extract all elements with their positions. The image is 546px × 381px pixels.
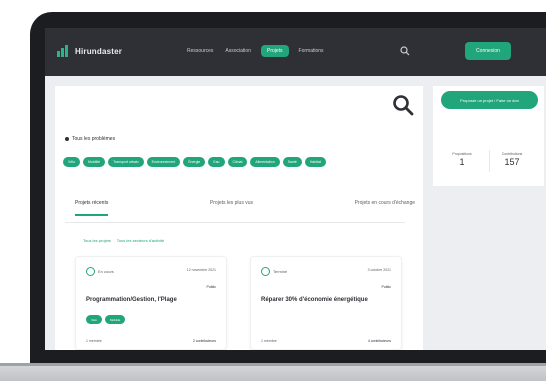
search-icon[interactable] — [400, 46, 410, 56]
filter-links: Tous les projets Tous les secteurs d'act… — [83, 238, 164, 243]
laptop-scene: Hirundaster Ressources Association Proje… — [0, 0, 546, 381]
card-members: 1 membre — [86, 339, 102, 343]
category-chip[interactable]: Santé — [282, 157, 302, 167]
card-status: Terminé — [261, 267, 287, 276]
category-chip[interactable]: Mobilité — [83, 157, 106, 167]
nav-item-ressources[interactable]: Ressources — [185, 45, 215, 57]
stat-value: 1 — [459, 157, 465, 167]
status-text: Terminé — [273, 269, 288, 274]
category-chip[interactable]: Vélo — [63, 157, 81, 167]
theme-filter-label[interactable]: Tous les problèmes — [65, 136, 115, 142]
top-navigation: Hirundaster Ressources Association Proje… — [45, 28, 546, 76]
tab-divider — [65, 222, 405, 223]
stats-panel: Proposer un projet / Faire un don Propos… — [433, 86, 544, 186]
card-tag[interactable]: Vélo — [86, 315, 103, 324]
tab-recent-projects[interactable]: Projets récents — [75, 196, 109, 220]
theme-label-text: Tous les problèmes — [72, 136, 116, 142]
category-chip[interactable]: Climat — [227, 157, 248, 167]
category-chip[interactable]: Alimentation — [250, 157, 280, 167]
category-chip[interactable]: Énergie — [183, 157, 206, 167]
project-tabs: Projets récents Projets les plus vus Pro… — [75, 196, 415, 220]
status-text: En cours — [98, 269, 114, 274]
status-circle-icon — [261, 267, 270, 276]
projects-panel: Tous les problèmes Vélo Mobilité Transpo… — [55, 86, 423, 350]
card-contributors: 4 contributeurs — [367, 339, 391, 343]
nav-item-association[interactable]: Association — [223, 45, 253, 57]
nav-item-formations[interactable]: Formations — [297, 45, 326, 57]
tab-most-viewed[interactable]: Projets les plus vus — [210, 196, 253, 220]
stat-label: Propositions — [452, 152, 472, 156]
app-screen: Hirundaster Ressources Association Proje… — [45, 28, 546, 350]
category-chips: Vélo Mobilité Transport urbain Environne… — [63, 157, 403, 167]
card-contributors: 2 contributeurs — [192, 339, 216, 343]
stat-contributions: Contributions 157 — [489, 152, 535, 167]
card-date: 12 novembre 2021 — [186, 268, 216, 272]
project-card[interactable]: Terminé 3 octobre 2021 Public Réparer 30… — [250, 256, 402, 350]
brand-name: Hirundaster — [75, 46, 123, 56]
status-circle-icon — [86, 267, 95, 276]
laptop-hinge — [0, 363, 546, 366]
project-card[interactable]: En cours 12 novembre 2021 Public Program… — [75, 256, 227, 350]
filter-all-sectors[interactable]: Tous les secteurs d'activité — [117, 238, 164, 243]
category-chip[interactable]: Habitat — [304, 157, 326, 167]
card-date: 3 octobre 2021 — [367, 268, 391, 272]
category-chip[interactable]: Eau — [208, 157, 225, 167]
category-chip[interactable]: Environnement — [146, 157, 181, 167]
logo-icon — [57, 45, 71, 57]
card-members: 1 membre — [261, 339, 277, 343]
bullet-icon — [65, 137, 69, 141]
filter-all-projects[interactable]: Tous les projets — [83, 238, 111, 243]
nav-item-projets[interactable]: Projets — [260, 45, 289, 57]
card-status: En cours — [86, 267, 114, 276]
tab-in-exchange[interactable]: Projets en cours d'échange — [355, 196, 415, 220]
search-icon[interactable] — [392, 94, 414, 116]
card-visibility: Public — [206, 285, 216, 289]
card-visibility: Public — [381, 285, 391, 289]
brand-logo[interactable]: Hirundaster — [57, 45, 122, 57]
card-title[interactable]: Programmation/Gestion, l'Plage — [86, 297, 177, 303]
card-tag[interactable]: Mobilité — [105, 315, 126, 324]
card-title[interactable]: Réparer 30% d'économie énergétique — [261, 297, 368, 303]
login-button[interactable]: Connexion — [465, 42, 511, 60]
nav-menu: Ressources Association Projets Formation… — [185, 45, 326, 57]
stat-value: 157 — [504, 157, 520, 167]
category-chip[interactable]: Transport urbain — [108, 157, 144, 167]
stat-label: Contributions — [501, 152, 523, 156]
propose-project-button[interactable]: Proposer un projet / Faire un don — [441, 91, 538, 109]
stat-proposals: Propositions 1 — [439, 152, 485, 167]
card-tags: Vélo Mobilité — [86, 315, 126, 324]
